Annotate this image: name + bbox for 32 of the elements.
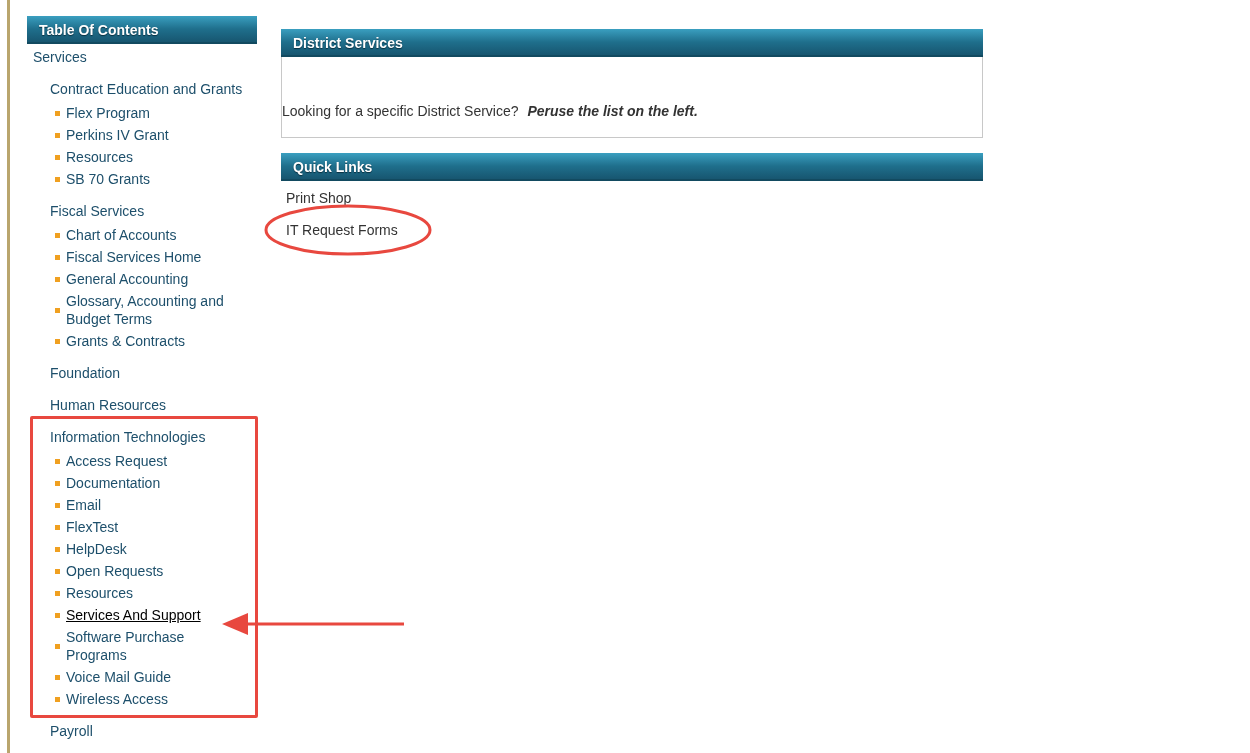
group-link[interactable]: Contract Education and Grants	[50, 78, 257, 100]
section-title[interactable]: Services	[27, 46, 257, 68]
sidebar-link[interactable]: SB 70 Grants	[66, 170, 151, 188]
sidebar-link[interactable]: Resources	[66, 148, 133, 166]
sidebar-link[interactable]: Open Requests	[66, 562, 164, 580]
sidebar-link[interactable]: Documentation	[66, 474, 161, 492]
sidebar-link[interactable]: Email	[66, 496, 101, 514]
sidebar-link[interactable]: HelpDesk	[66, 540, 127, 558]
sidebar-link[interactable]: Perkins IV Grant	[66, 126, 169, 144]
group-link[interactable]: Information Technologies	[50, 426, 257, 448]
group-link[interactable]: Payroll	[50, 720, 257, 742]
sidebar-link[interactable]: Wireless Access	[66, 690, 168, 708]
intro-text: Looking for a specific District Service? Peruse the list on the left.	[282, 102, 698, 121]
sidebar-link[interactable]: Software Purchase Programs	[66, 628, 242, 664]
sidebar-link[interactable]: Resources	[66, 584, 133, 602]
panel-header: Quick Links	[281, 153, 983, 181]
group-link[interactable]: Human Resources	[50, 394, 257, 416]
sidebar-link[interactable]: Chart of Accounts	[66, 226, 177, 244]
sidebar-link[interactable]: General Accounting	[66, 270, 189, 288]
sidebar-link[interactable]: Services And Support	[66, 606, 201, 624]
group-link[interactable]: Fiscal Services	[50, 200, 257, 222]
sidebar-link[interactable]: Access Request	[66, 452, 168, 470]
group-link[interactable]: Foundation	[50, 362, 257, 384]
sidebar-link[interactable]: Fiscal Services Home	[66, 248, 202, 266]
sidebar-link[interactable]: Flex Program	[66, 104, 151, 122]
sidebar-link[interactable]: FlexTest	[66, 518, 119, 536]
sidebar-link[interactable]: Glossary, Accounting and Budget Terms	[66, 292, 242, 328]
quick-link[interactable]: Print Shop	[286, 190, 352, 206]
sidebar-link[interactable]: Grants & Contracts	[66, 332, 186, 350]
sidebar-header: Table Of Contents	[27, 16, 257, 44]
panel-header: District Services	[281, 29, 983, 57]
sidebar-link[interactable]: Voice Mail Guide	[66, 668, 172, 686]
